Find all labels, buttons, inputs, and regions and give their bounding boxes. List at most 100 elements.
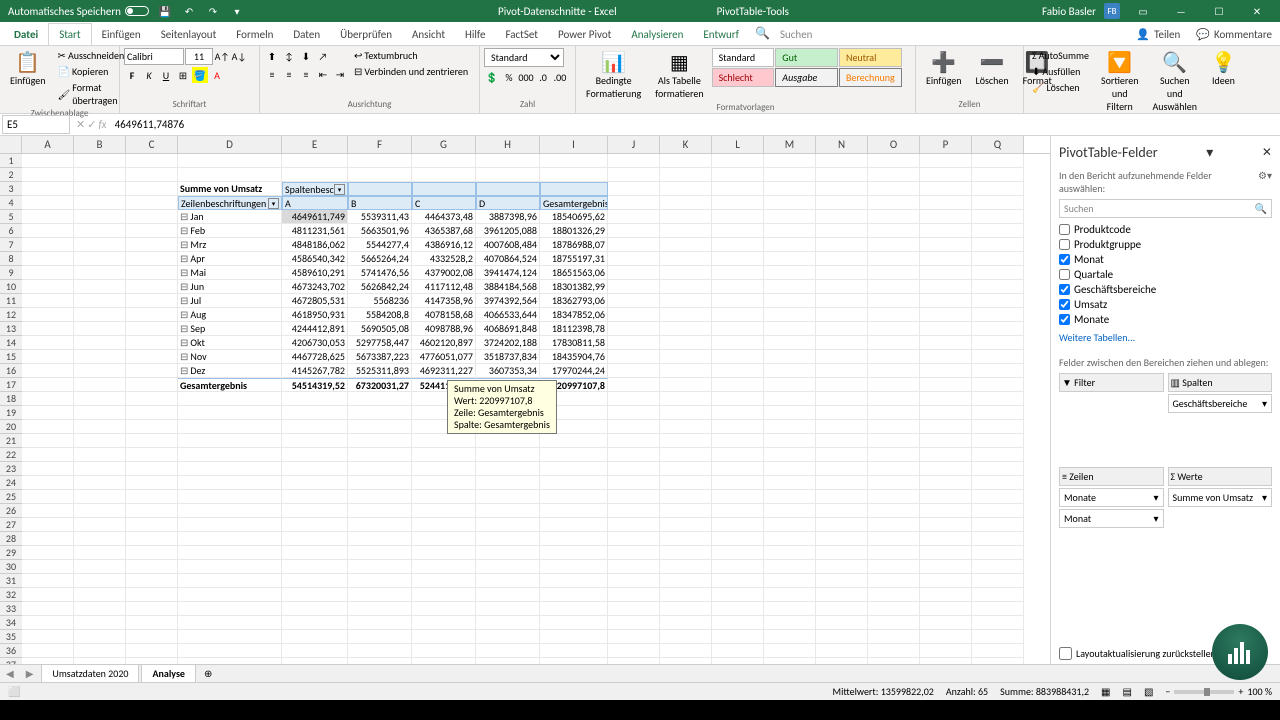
cell[interactable]: C: [412, 196, 476, 210]
cell[interactable]: [816, 350, 868, 364]
cell[interactable]: [608, 560, 660, 574]
cell[interactable]: [920, 490, 972, 504]
cell[interactable]: [540, 616, 608, 630]
cell[interactable]: [22, 630, 74, 644]
cell[interactable]: [608, 392, 660, 406]
cell[interactable]: [816, 308, 868, 322]
cell[interactable]: [712, 252, 764, 266]
cell[interactable]: [74, 546, 126, 560]
cell[interactable]: [476, 630, 540, 644]
cell[interactable]: [972, 308, 1024, 322]
cell[interactable]: [476, 532, 540, 546]
cell[interactable]: [660, 322, 712, 336]
tab-powerpivot[interactable]: Power Pivot: [548, 24, 621, 45]
pane-dropdown-icon[interactable]: ▾: [1206, 144, 1213, 161]
cell[interactable]: 5539311,43: [348, 210, 412, 224]
cell[interactable]: [920, 280, 972, 294]
cell[interactable]: [22, 294, 74, 308]
cell[interactable]: [764, 630, 816, 644]
row-header[interactable]: 17: [0, 378, 22, 392]
cell[interactable]: Spaltenbesc▾: [282, 182, 348, 196]
cell[interactable]: [816, 154, 868, 168]
increase-font-icon[interactable]: A↑: [214, 49, 230, 65]
cell[interactable]: [764, 224, 816, 238]
cell[interactable]: [712, 210, 764, 224]
cell[interactable]: [868, 644, 920, 658]
cell[interactable]: [126, 154, 178, 168]
cell[interactable]: [920, 336, 972, 350]
cell[interactable]: 18347852,06: [540, 308, 608, 322]
row-header[interactable]: 18: [0, 392, 22, 406]
cell[interactable]: [868, 546, 920, 560]
cell[interactable]: [712, 448, 764, 462]
cell[interactable]: ⊟Sep: [178, 322, 282, 336]
cell[interactable]: [764, 420, 816, 434]
cell[interactable]: [476, 504, 540, 518]
cell[interactable]: [126, 434, 178, 448]
cell[interactable]: [660, 336, 712, 350]
cell[interactable]: [712, 336, 764, 350]
close-icon[interactable]: ✕: [1242, 0, 1272, 22]
cell[interactable]: [22, 490, 74, 504]
cell[interactable]: [868, 322, 920, 336]
cell[interactable]: [660, 168, 712, 182]
cell[interactable]: [22, 168, 74, 182]
cell[interactable]: 3941474,124: [476, 266, 540, 280]
tab-seitenlayout[interactable]: Seitenlayout: [151, 24, 227, 45]
view-layout-icon[interactable]: ▤: [1123, 685, 1132, 698]
cell[interactable]: [22, 336, 74, 350]
cell[interactable]: [608, 168, 660, 182]
cell[interactable]: [540, 602, 608, 616]
tab-ansicht[interactable]: Ansicht: [402, 24, 455, 45]
cell[interactable]: [412, 462, 476, 476]
row-header[interactable]: 9: [0, 266, 22, 280]
col-header[interactable]: B: [74, 136, 126, 153]
cell[interactable]: 3974392,564: [476, 294, 540, 308]
cell[interactable]: [816, 532, 868, 546]
cell[interactable]: [920, 294, 972, 308]
cell[interactable]: [540, 644, 608, 658]
cell[interactable]: [816, 448, 868, 462]
cell[interactable]: [126, 658, 178, 664]
cell[interactable]: [22, 266, 74, 280]
row-header[interactable]: 4: [0, 196, 22, 210]
format-as-table-button[interactable]: ▦Als Tabelle formatieren: [649, 48, 709, 102]
cell[interactable]: [816, 602, 868, 616]
row-header[interactable]: 25: [0, 490, 22, 504]
cell[interactable]: [178, 434, 282, 448]
cell[interactable]: [412, 532, 476, 546]
cell[interactable]: ⊟Jun: [178, 280, 282, 294]
cell[interactable]: [764, 210, 816, 224]
row-header[interactable]: 8: [0, 252, 22, 266]
cell[interactable]: [764, 196, 816, 210]
col-header[interactable]: Q: [972, 136, 1024, 153]
cell[interactable]: [282, 644, 348, 658]
cell[interactable]: [868, 252, 920, 266]
cell[interactable]: [608, 588, 660, 602]
row-header[interactable]: 15: [0, 350, 22, 364]
cell[interactable]: [764, 294, 816, 308]
cell[interactable]: [920, 532, 972, 546]
cell[interactable]: [476, 546, 540, 560]
cell[interactable]: [972, 210, 1024, 224]
cell[interactable]: [74, 630, 126, 644]
cell[interactable]: [348, 602, 412, 616]
cell[interactable]: [282, 658, 348, 664]
cell[interactable]: [660, 210, 712, 224]
field-item[interactable]: Monat: [1059, 252, 1272, 267]
style-schlecht[interactable]: Schlecht: [712, 68, 775, 87]
cell[interactable]: 4206730,053: [282, 336, 348, 350]
tab-analysieren[interactable]: Analysieren: [621, 24, 693, 45]
search-icon[interactable]: 🔍: [749, 22, 776, 45]
cell[interactable]: [178, 644, 282, 658]
cell[interactable]: [540, 434, 608, 448]
cell[interactable]: [764, 602, 816, 616]
cell[interactable]: [476, 616, 540, 630]
cell[interactable]: [920, 350, 972, 364]
sheet-tab[interactable]: Analyse: [141, 664, 196, 684]
cell[interactable]: 5663501,96: [348, 224, 412, 238]
cell[interactable]: [74, 252, 126, 266]
cell[interactable]: [608, 182, 660, 196]
cell[interactable]: [712, 462, 764, 476]
cell[interactable]: [74, 294, 126, 308]
